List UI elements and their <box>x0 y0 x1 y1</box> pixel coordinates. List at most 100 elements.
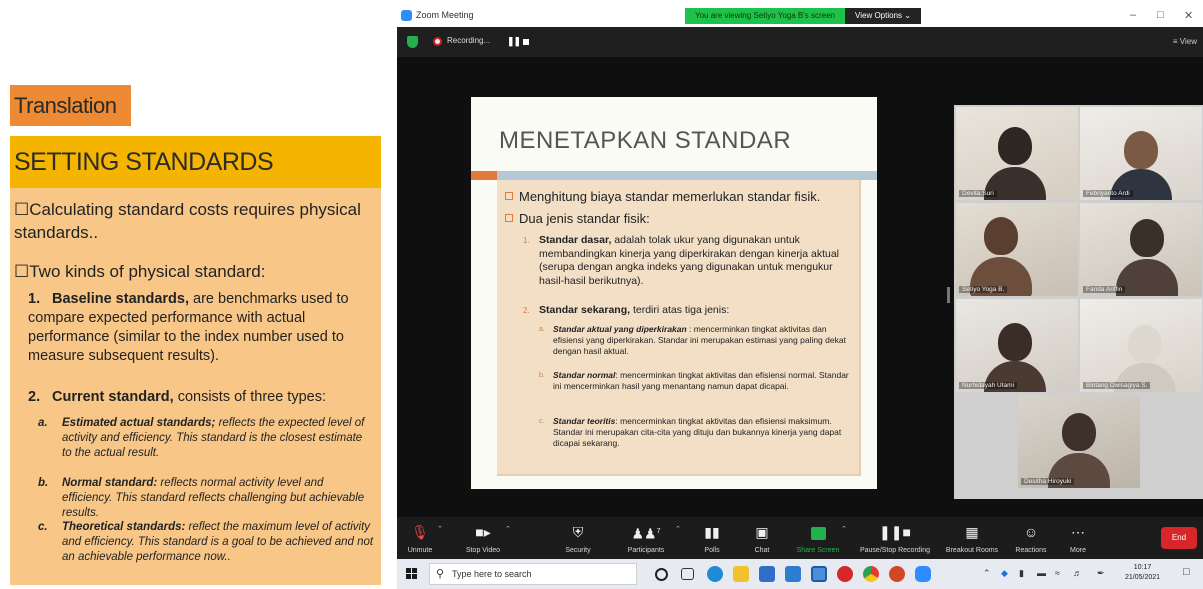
app-icon[interactable] <box>811 566 827 582</box>
pause-stop-icon: ❚❚■ <box>879 524 911 540</box>
sub-letter: c. <box>38 521 48 533</box>
breakout-rooms-icon: ▦ <box>965 524 979 540</box>
edge-browser-icon[interactable] <box>707 566 723 582</box>
breakout-rooms-button[interactable]: ▦ Breakout Rooms <box>941 521 1003 554</box>
search-icon: ⚲ <box>436 568 445 580</box>
participant-tile[interactable]: Bintang Dwisagiya S. <box>1080 299 1202 392</box>
smiley-icon: ☺ <box>1023 524 1039 540</box>
participant-tile[interactable]: Desitha Hiroyuki <box>1018 395 1140 488</box>
chevron-up-icon[interactable]: ⌃ <box>675 525 681 533</box>
cortana-icon[interactable] <box>655 568 668 581</box>
store-icon[interactable] <box>759 566 775 582</box>
slide-divider <box>471 171 877 180</box>
slide-divider-accent <box>471 171 497 180</box>
end-meeting-button[interactable]: End <box>1161 527 1197 549</box>
unmute-button[interactable]: 🎙 Unmute <box>403 521 437 554</box>
powerpoint-icon[interactable] <box>889 566 905 582</box>
chrome-icon[interactable] <box>863 566 879 582</box>
window-title: Zoom Meeting <box>416 10 474 20</box>
polls-icon: ▮▮ <box>704 524 720 540</box>
tray-chevron-icon[interactable]: ⌃ <box>983 568 991 579</box>
participants-label: Participants <box>627 547 665 554</box>
bullet-square-icon <box>505 192 513 200</box>
tray-pin-icon[interactable]: ▮ <box>1019 568 1024 579</box>
stop-video-button[interactable]: ■▸ Stop Video <box>461 521 505 554</box>
share-screen-icon <box>795 521 841 543</box>
translation-item-1: 1. Baseline standards, are benchmarks use… <box>28 290 373 366</box>
bullet-text: Menghitung biaya standar memerlukan stan… <box>519 189 821 204</box>
chevron-up-icon[interactable]: ⌃ <box>841 525 847 533</box>
minimize-button[interactable]: – <box>1130 9 1136 21</box>
item-number: 1. <box>28 291 41 307</box>
clock-time: 10:17 <box>1133 564 1152 571</box>
participant-tile[interactable]: Setiyo Yoga B. <box>956 203 1078 296</box>
notification-icon[interactable]: □ <box>1183 566 1190 578</box>
share-screen-label: Share Screen <box>796 547 840 554</box>
meeting-toolbar: 🎙 Unmute ⌃ ■▸ Stop Video ⌃ ⛨ Security ♟♟… <box>397 517 1203 559</box>
bullet-text: Dua jenis standar fisik: <box>519 211 650 226</box>
splitter-handle[interactable] <box>947 287 950 303</box>
view-button[interactable]: ≡ View <box>1173 37 1197 46</box>
participant-tile[interactable]: Febriyanto Ardi <box>1080 107 1202 200</box>
windows-start-icon[interactable] <box>406 568 418 580</box>
file-explorer-icon[interactable] <box>733 566 749 582</box>
pause-recording-icon[interactable]: ❚❚ <box>507 36 521 47</box>
wifi-icon[interactable]: ≈ <box>1055 568 1060 578</box>
view-options-button[interactable]: View Options ⌄ <box>845 8 921 24</box>
sub-letter: a. <box>38 417 48 429</box>
maximize-button[interactable]: □ <box>1157 9 1164 21</box>
chevron-up-icon[interactable]: ⌃ <box>505 525 511 533</box>
sub-letter: a. <box>539 326 545 333</box>
polls-button[interactable]: ▮▮ Polls <box>697 521 727 554</box>
item-number: 2. <box>28 389 41 405</box>
shared-slide: MENETAPKAN STANDAR Menghitung biaya stan… <box>471 97 877 489</box>
sub-letter: b. <box>539 372 545 379</box>
slide-sub-b: b. Standar normal: mencerminkan tingkat … <box>539 370 855 392</box>
stop-video-label: Stop Video <box>465 547 501 554</box>
sub-title: Estimated actual standards; <box>62 417 216 429</box>
participant-name: Bintang Dwisagiya S. <box>1083 382 1151 389</box>
mail-icon[interactable] <box>785 566 801 582</box>
participants-button[interactable]: ♟♟7 Participants <box>621 521 671 554</box>
item-text: consists of three types: <box>173 389 326 405</box>
participant-tile[interactable]: Nurhidayah Utami <box>956 299 1078 392</box>
video-camera-icon: ■▸ <box>475 524 491 540</box>
slide-title: MENETAPKAN STANDAR <box>499 127 792 154</box>
more-label: More <box>1070 547 1086 554</box>
viewing-banner: You are viewing Setiyo Yoga B's screen <box>685 8 845 24</box>
pen-icon[interactable]: ✒ <box>1097 568 1105 579</box>
taskbar-clock[interactable]: 10:17 21/05/2021 <box>1125 563 1160 583</box>
zoom-app-icon <box>401 10 412 21</box>
participant-name: Nurhidayah Utami <box>959 382 1018 389</box>
sub-letter: c. <box>539 418 545 425</box>
participant-tile[interactable]: Devita Suri <box>956 107 1078 200</box>
zoom-taskbar-icon[interactable] <box>915 566 931 582</box>
sub-title: Standar teoritis <box>553 416 616 426</box>
chat-button[interactable]: ▣ Chat <box>747 521 777 554</box>
shield-icon[interactable] <box>407 36 418 48</box>
participant-name: Desitha Hiroyuki <box>1021 478 1075 485</box>
chevron-up-icon[interactable]: ⌃ <box>437 525 443 533</box>
tray-app-icon[interactable]: ◆ <box>1001 568 1008 579</box>
reactions-button[interactable]: ☺ Reactions <box>1009 521 1053 554</box>
task-view-icon[interactable] <box>681 568 694 580</box>
bullet-square-icon <box>505 214 513 222</box>
share-screen-button[interactable]: Share Screen <box>795 521 841 554</box>
title-bar: Zoom Meeting You are viewing Setiyo Yoga… <box>397 5 1203 27</box>
participants-count: 7 <box>656 528 661 535</box>
slide-bullet-1: Menghitung biaya standar memerlukan stan… <box>505 188 855 205</box>
security-button[interactable]: ⛨ Security <box>561 521 595 554</box>
participant-tile[interactable]: Farida Ariffin <box>1080 203 1202 296</box>
pause-stop-recording-button[interactable]: ❚❚■ Pause/Stop Recording <box>855 521 935 554</box>
translation-panel: SETTING STANDARDS ☐Calculating standard … <box>10 136 381 585</box>
translation-sub-c: c. Theoretical standards: reflect the max… <box>38 520 378 565</box>
taskbar-search-input[interactable]: ⚲ Type here to search <box>429 563 637 585</box>
tray-battery-icon[interactable]: ▬ <box>1037 568 1046 578</box>
pause-stop-recording-label: Pause/Stop Recording <box>859 547 931 554</box>
office-icon[interactable] <box>837 566 853 582</box>
volume-icon[interactable]: ♬ <box>1073 568 1082 578</box>
stop-recording-icon[interactable] <box>523 39 529 45</box>
close-button[interactable]: ✕ <box>1184 9 1193 22</box>
more-button[interactable]: ⋯ More <box>1063 521 1093 554</box>
translation-item-2: 2. Current standard, consists of three ty… <box>28 388 373 407</box>
